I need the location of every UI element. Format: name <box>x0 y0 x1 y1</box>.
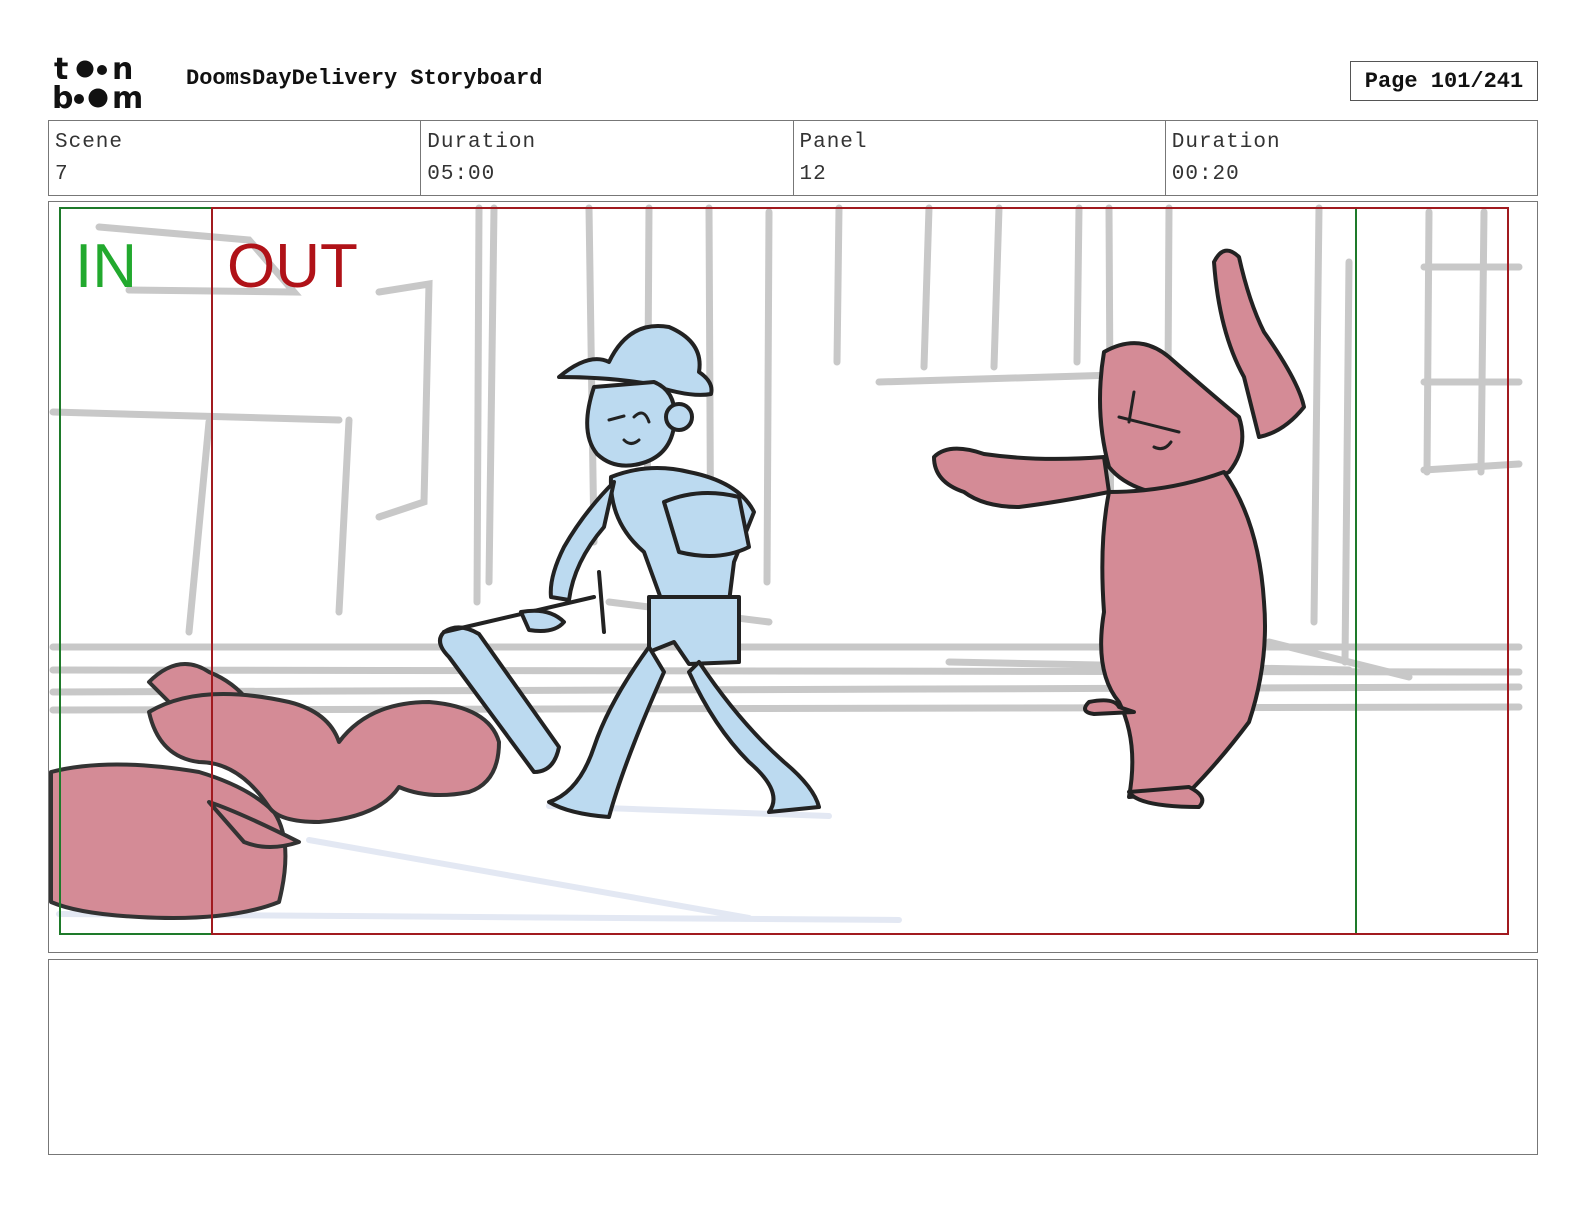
scene-duration-label: Duration <box>427 131 537 154</box>
panel-notes-box <box>48 959 1538 1155</box>
project-title: DoomsDayDelivery Storyboard <box>186 66 543 91</box>
panel-info-bar: Scene 7 Duration 05:00 Panel 12 Duration… <box>48 120 1538 196</box>
panel-duration-value: 00:20 <box>1171 163 1240 186</box>
out-label: OUT <box>227 232 358 301</box>
scene-duration-value: 05:00 <box>427 163 496 186</box>
scene-cell: Scene 7 <box>49 121 422 195</box>
scene-duration-cell: Duration 05:00 <box>421 121 794 195</box>
svg-text:m: m <box>112 81 143 112</box>
panel-duration-cell: Duration 00:20 <box>1166 121 1537 195</box>
panel-cell: Panel 12 <box>794 121 1166 195</box>
svg-text:b: b <box>52 81 73 112</box>
panel-sketch: IN OUT <box>49 204 1523 935</box>
panel-duration-label: Duration <box>1171 131 1281 154</box>
scene-label: Scene <box>55 131 124 154</box>
page-counter: Page 101/241 <box>1350 61 1538 101</box>
villain-character <box>932 248 1306 809</box>
scene-value: 7 <box>55 163 69 186</box>
toon-boom-logo: t n b m <box>52 52 164 112</box>
panel-value: 12 <box>799 163 827 186</box>
storyboard-panel: IN OUT <box>48 201 1538 953</box>
villain-pile <box>49 662 501 920</box>
panel-label: Panel <box>799 131 868 154</box>
in-label: IN <box>75 232 137 301</box>
